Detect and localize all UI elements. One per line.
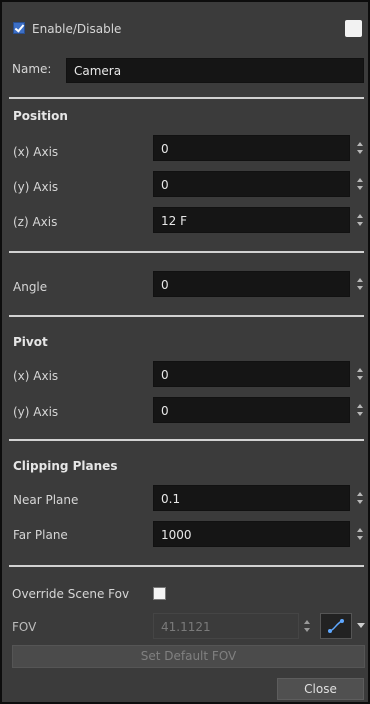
enable-label: Enable/Disable	[32, 22, 122, 36]
color-swatch[interactable]	[345, 20, 362, 37]
angle-spinner[interactable]	[356, 278, 364, 290]
function-curve-button[interactable]	[320, 613, 352, 639]
near-plane-input[interactable]: 0.1	[153, 485, 350, 511]
camera-properties-panel: Enable/Disable Name: Camera Position (x)…	[2, 2, 368, 702]
pivot-x-input[interactable]: 0	[153, 361, 350, 387]
far-plane-label: Far Plane	[13, 528, 68, 542]
fov-label: FOV	[12, 620, 37, 634]
name-label: Name:	[12, 62, 52, 76]
far-plane-spinner[interactable]	[356, 528, 364, 540]
fov-input[interactable]: 41.1121	[153, 613, 299, 639]
position-x-spinner[interactable]	[356, 142, 364, 154]
enable-checkbox[interactable]	[13, 22, 25, 34]
pivot-x-spinner[interactable]	[356, 368, 364, 380]
position-y-spinner[interactable]	[356, 178, 364, 190]
override-fov-checkbox[interactable]	[153, 587, 166, 600]
position-y-input[interactable]: 0	[153, 171, 350, 197]
name-input[interactable]: Camera	[66, 58, 364, 83]
position-z-label: (z) Axis	[13, 215, 58, 229]
pivot-section-title: Pivot	[13, 335, 48, 349]
clipping-section-title: Clipping Planes	[13, 459, 118, 473]
pivot-y-input[interactable]: 0	[153, 397, 350, 423]
pivot-y-spinner[interactable]	[356, 404, 364, 416]
pivot-x-label: (x) Axis	[13, 369, 59, 383]
position-x-label: (x) Axis	[13, 145, 59, 159]
position-section-title: Position	[13, 109, 68, 123]
separator	[9, 565, 364, 567]
near-plane-label: Near Plane	[13, 493, 79, 507]
separator	[9, 251, 364, 253]
near-plane-spinner[interactable]	[356, 492, 364, 504]
separator	[9, 97, 364, 99]
set-default-fov-button[interactable]: Set Default FOV	[12, 645, 365, 668]
override-fov-label: Override Scene Fov	[12, 587, 130, 601]
function-curve-icon	[328, 619, 344, 633]
position-x-input[interactable]: 0	[153, 135, 350, 161]
position-y-label: (y) Axis	[13, 180, 59, 194]
separator	[9, 315, 364, 317]
separator	[9, 439, 364, 441]
fov-spinner[interactable]	[303, 620, 311, 632]
function-dropdown-arrow-icon[interactable]	[357, 623, 365, 628]
pivot-y-label: (y) Axis	[13, 405, 59, 419]
angle-label: Angle	[13, 280, 48, 294]
close-button[interactable]: Close	[277, 678, 364, 700]
position-z-input[interactable]: 12 F	[153, 207, 350, 233]
position-z-spinner[interactable]	[356, 214, 364, 226]
far-plane-input[interactable]: 1000	[153, 521, 350, 547]
angle-input[interactable]: 0	[153, 271, 350, 297]
